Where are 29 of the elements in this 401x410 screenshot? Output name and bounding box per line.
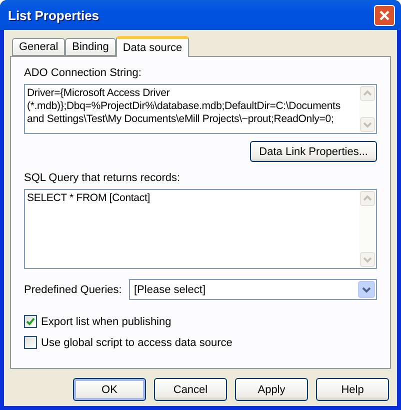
dialog-button[interactable]: OK: [73, 378, 146, 401]
connection-string-line: (*.mdb)};Dbq=%ProjectDir%\database.mdb;DefaultDir=C:\Documents: [27, 100, 342, 113]
dialog-button[interactable]: Apply: [235, 378, 308, 401]
close-icon: [379, 10, 390, 20]
tab[interactable]: Binding: [65, 38, 116, 56]
close-button[interactable]: [374, 4, 395, 26]
scroll-up-icon[interactable]: [360, 191, 375, 206]
tab[interactable]: Data source: [116, 36, 190, 57]
scroll-up-icon[interactable]: [360, 86, 375, 101]
checkbox[interactable]: [24, 336, 37, 349]
checkbox[interactable]: [24, 315, 37, 328]
scroll-down-icon[interactable]: [360, 252, 375, 267]
connection-string-field[interactable]: Driver={Microsoft Access Driver (*.mdb)};Dbq=%ProjectDir%\database.mdb;DefaultDir=C:\Documents and Settings\Test\My Documents\eMill Projects\~prout;ReadOnly=0;: [24, 84, 377, 134]
connection-string-line: Driver={Microsoft Access Driver: [27, 87, 171, 100]
sql-query-field[interactable]: SELECT * FROM [Contact]: [24, 189, 377, 269]
field-label: SQL Query that returns records:: [24, 172, 180, 184]
field-label: ADO Connection String:: [24, 67, 142, 79]
window-title: List Properties: [8, 8, 100, 22]
connection-string-line: and Settings\Test\My Documents\eMill Projects\~prout;ReadOnly=0;: [27, 113, 335, 126]
sql-query-text: SELECT * FROM [Contact]: [27, 192, 151, 205]
tab[interactable]: General: [12, 38, 66, 56]
data-link-properties-button[interactable]: Data Link Properties...: [250, 141, 377, 162]
scroll-down-icon[interactable]: [360, 117, 375, 132]
field-label: Predefined Queries:: [24, 284, 122, 296]
predefined-queries-dropdown[interactable]: [Please select]: [129, 279, 377, 300]
dialog-button[interactable]: Cancel: [154, 378, 227, 401]
checkbox-label: Export list when publishing: [41, 316, 172, 328]
checkbox-label: Use global script to access data source: [41, 336, 232, 348]
dialog-button[interactable]: Help: [316, 378, 389, 401]
